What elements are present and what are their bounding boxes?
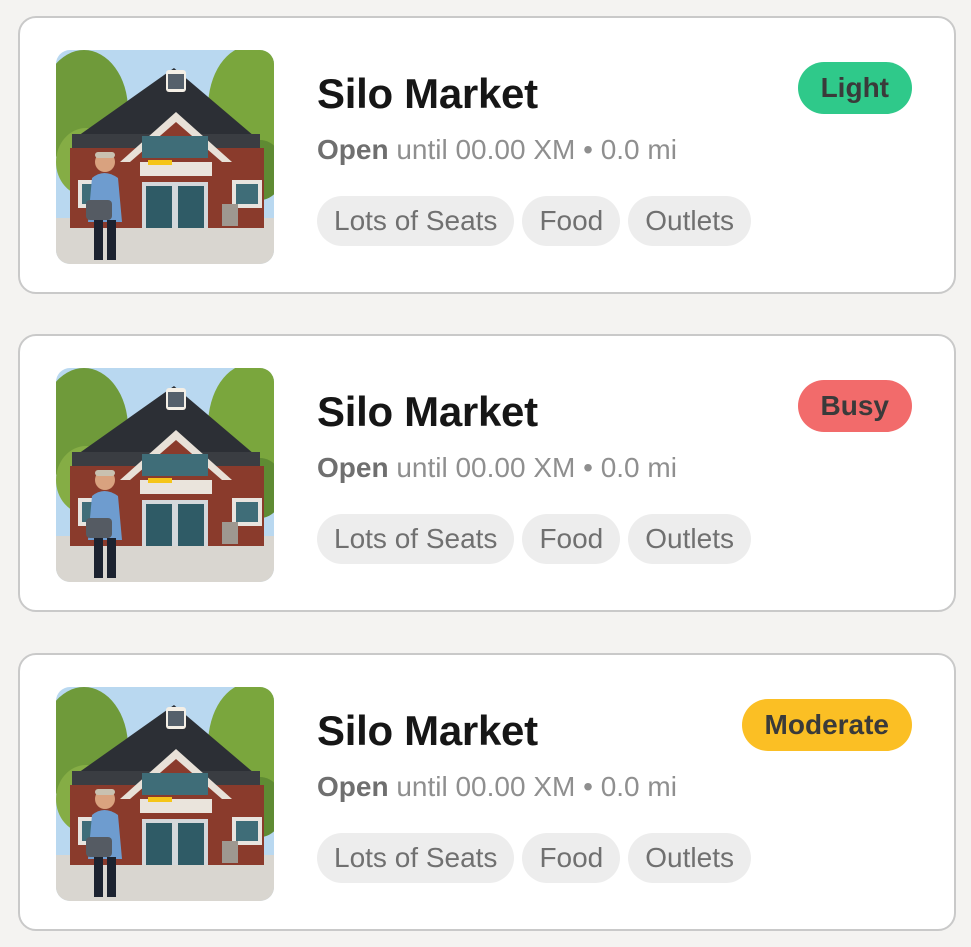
tag-lots-of-seats: Lots of Seats: [317, 514, 515, 564]
location-card[interactable]: Silo Market Open until 00.00 XM • 0.0 mi…: [18, 653, 956, 931]
tag-lots-of-seats: Lots of Seats: [317, 196, 515, 246]
location-card[interactable]: Silo Market Open until 00.00 XM • 0.0 mi…: [18, 334, 956, 612]
busyness-badge: Light: [797, 62, 912, 114]
tag-outlets: Outlets: [628, 833, 751, 883]
open-status: Open: [317, 134, 389, 165]
tag-food: Food: [522, 833, 621, 883]
location-list: Silo Market Open until 00.00 XM • 0.0 mi…: [0, 0, 971, 947]
hours-distance: until 00.00 XM • 0.0 mi: [396, 771, 677, 802]
tag-outlets: Outlets: [628, 196, 751, 246]
location-title: Silo Market: [317, 707, 538, 754]
location-card[interactable]: Silo Market Open until 00.00 XM • 0.0 mi…: [18, 16, 956, 294]
location-status: Open until 00.00 XM • 0.0 mi: [317, 134, 677, 166]
busyness-badge: Busy: [797, 380, 912, 432]
location-photo: [56, 368, 274, 582]
busyness-badge: Moderate: [741, 699, 912, 751]
tag-outlets: Outlets: [628, 514, 751, 564]
location-photo: [56, 687, 274, 901]
location-photo: [56, 50, 274, 264]
amenity-tags: Lots of Seats Food Outlets: [317, 196, 751, 246]
open-status: Open: [317, 452, 389, 483]
location-title: Silo Market: [317, 388, 538, 435]
tag-lots-of-seats: Lots of Seats: [317, 833, 515, 883]
location-status: Open until 00.00 XM • 0.0 mi: [317, 771, 677, 803]
tag-food: Food: [522, 196, 621, 246]
amenity-tags: Lots of Seats Food Outlets: [317, 514, 751, 564]
amenity-tags: Lots of Seats Food Outlets: [317, 833, 751, 883]
tag-food: Food: [522, 514, 621, 564]
hours-distance: until 00.00 XM • 0.0 mi: [396, 452, 677, 483]
location-title: Silo Market: [317, 70, 538, 117]
hours-distance: until 00.00 XM • 0.0 mi: [396, 134, 677, 165]
location-status: Open until 00.00 XM • 0.0 mi: [317, 452, 677, 484]
open-status: Open: [317, 771, 389, 802]
